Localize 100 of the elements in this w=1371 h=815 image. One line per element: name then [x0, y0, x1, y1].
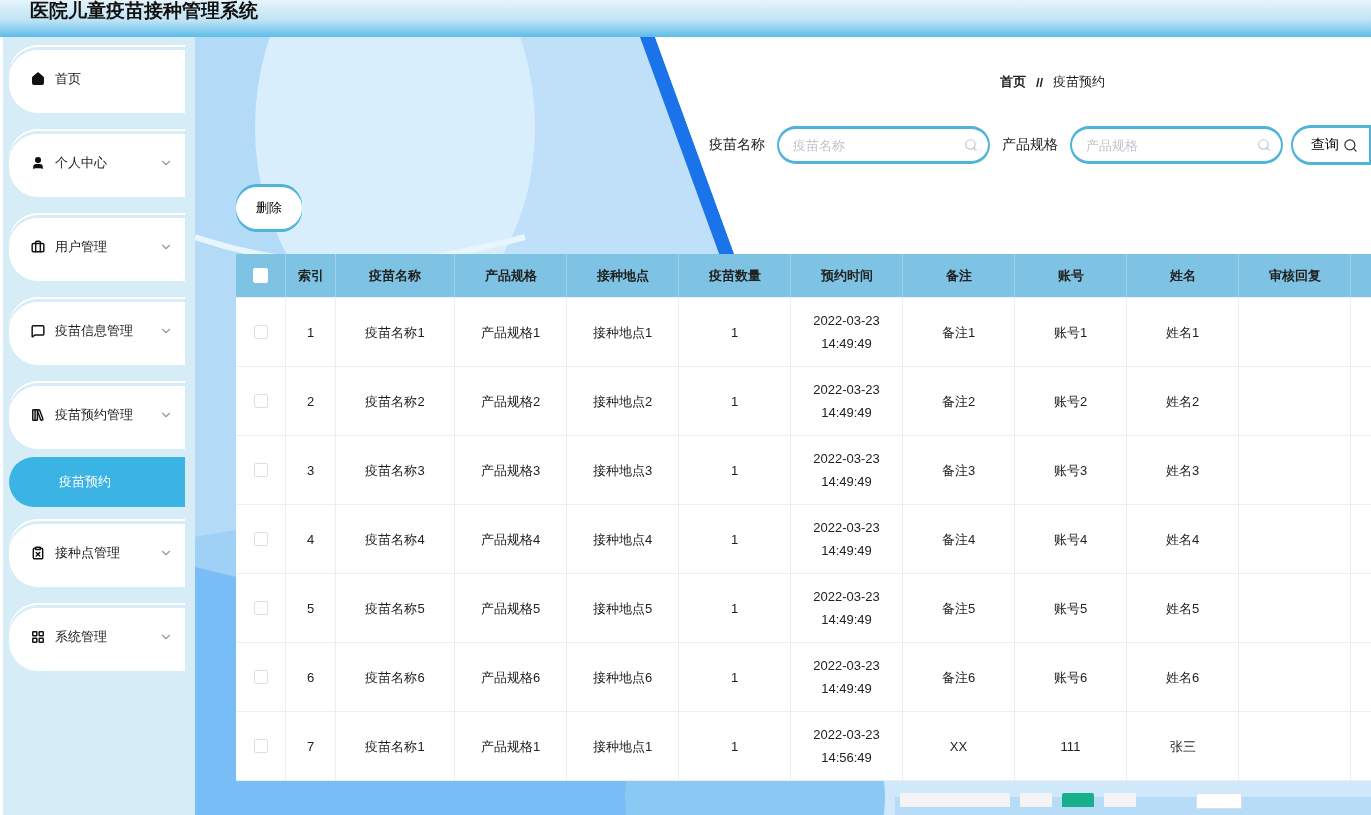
search-icon	[964, 138, 978, 152]
table-cell-text: 产品规格1	[480, 737, 541, 756]
app-title: 医院儿童疫苗接种管理系统	[30, 0, 258, 23]
table-cell-text: 接种地点5	[592, 599, 653, 618]
books-icon	[31, 408, 45, 422]
table-cell-text: 111	[1060, 737, 1081, 756]
column-header: 账号	[1057, 267, 1084, 285]
table-cell-text: 产品规格6	[480, 668, 541, 687]
table-cell-text: 接种地点3	[592, 461, 653, 480]
row-checkbox[interactable]	[253, 601, 268, 615]
table-cell-text: 1	[730, 323, 739, 342]
search-field[interactable]: 疫苗名称	[777, 126, 990, 164]
table-cell-text: 产品规格1	[480, 323, 541, 342]
breadcrumb-separator: //	[1036, 74, 1044, 90]
row-checkbox[interactable]	[253, 670, 268, 684]
column-header: 审核回复	[1268, 267, 1321, 285]
table-cell-text: 备注2	[941, 392, 976, 411]
table-cell-text: 1	[730, 461, 739, 480]
table-cell-text: 接种地点1	[592, 323, 653, 342]
page-input[interactable]	[1196, 793, 1242, 809]
field-label: 疫苗名称	[709, 136, 765, 154]
table-cell-text: 1	[730, 392, 739, 411]
table-cell-text: 姓名3	[1165, 461, 1200, 480]
breadcrumb-item: 疫苗预约	[1053, 73, 1106, 91]
clipboard-icon	[31, 546, 45, 560]
table-cell-text: 备注1	[941, 323, 976, 342]
page-button[interactable]	[1020, 793, 1052, 807]
column-header: 姓名	[1169, 267, 1196, 285]
table-cell-text: 姓名6	[1165, 668, 1200, 687]
page-button[interactable]	[1062, 793, 1094, 807]
table-cell-text: 姓名2	[1165, 392, 1200, 411]
table-cell-text: 2022-03-23 14:49:49	[812, 657, 881, 698]
row-checkbox[interactable]	[253, 532, 268, 546]
row-checkbox[interactable]	[253, 463, 268, 477]
search-icon	[1257, 138, 1271, 152]
search-button[interactable]: 查询	[1291, 125, 1371, 165]
table-cell-text: 疫苗名称3	[365, 461, 425, 480]
table-cell-text: 姓名1	[1165, 323, 1200, 342]
table-cell-text: 产品规格5	[480, 599, 541, 618]
table-cell-text: 2022-03-23 14:56:49	[812, 726, 881, 767]
table-cell-text: 6	[306, 668, 315, 687]
table-cell-text: 接种地点6	[592, 668, 653, 687]
table-cell-text: 5	[306, 599, 315, 618]
table-cell-text: 2	[306, 392, 315, 411]
chat-icon	[31, 324, 45, 338]
row-checkbox[interactable]	[253, 394, 268, 408]
table-cell-text: 产品规格3	[480, 461, 541, 480]
table-cell-text: 疫苗名称4	[365, 530, 425, 549]
select-all-checkbox[interactable]	[253, 268, 268, 283]
table-cell-text: 2022-03-23 14:49:49	[812, 588, 881, 629]
table-cell-text: 1	[730, 737, 739, 756]
table-cell-text: 3	[306, 461, 315, 480]
briefcase-icon	[31, 240, 45, 254]
table-cell-text: 疫苗名称6	[365, 668, 425, 687]
table-cell-text: 账号5	[1053, 599, 1088, 618]
field-label: 产品规格	[1002, 136, 1058, 154]
table-cell-text: 7	[306, 737, 315, 756]
table-cell-text: 1	[306, 323, 315, 342]
table-cell-text: 疫苗名称1	[365, 323, 425, 342]
table-cell-text: 4	[306, 530, 315, 549]
table-cell-text: 备注6	[941, 668, 976, 687]
table-cell-text: 备注5	[941, 599, 976, 618]
table-cell-text: 备注3	[941, 461, 976, 480]
table-cell-text: 1	[730, 668, 739, 687]
table-cell-text: 疫苗名称5	[365, 599, 425, 618]
column-header: 索引	[297, 267, 324, 285]
table-cell-text: 疫苗名称1	[365, 737, 425, 756]
table-cell-text: 1	[730, 530, 739, 549]
table-cell-text: XX	[949, 737, 968, 756]
table-cell-text: 账号2	[1053, 392, 1088, 411]
table-cell-text: 张三	[1169, 737, 1196, 756]
table-cell-text: 账号3	[1053, 461, 1088, 480]
table-cell-text: 备注4	[941, 530, 976, 549]
table-cell-text: 产品规格2	[480, 392, 541, 411]
table-cell-text: 账号4	[1053, 530, 1088, 549]
row-checkbox[interactable]	[253, 325, 268, 339]
user-icon	[31, 156, 45, 170]
grid-icon	[31, 630, 45, 644]
table-cell-text: 接种地点1	[592, 737, 653, 756]
table-cell-text: 姓名4	[1165, 530, 1200, 549]
table-cell-text: 账号1	[1053, 323, 1088, 342]
search-icon	[1343, 137, 1358, 153]
table-cell-text: 2022-03-23 14:49:49	[812, 450, 881, 491]
delete-button[interactable]: 删除	[236, 187, 302, 229]
column-header: 接种地点	[596, 267, 649, 285]
page-button[interactable]	[1104, 793, 1136, 807]
table-cell-text: 2022-03-23 14:49:49	[812, 381, 881, 422]
table-cell-text: 账号6	[1053, 668, 1088, 687]
column-header: 产品规格	[484, 267, 537, 285]
table-cell-text: 接种地点2	[592, 392, 653, 411]
page-size-select[interactable]	[900, 793, 1010, 807]
column-header: 疫苗数量	[708, 267, 761, 285]
table-cell-text: 产品规格4	[480, 530, 541, 549]
column-header: 疫苗名称	[369, 267, 421, 285]
table-cell-text: 2022-03-23 14:49:49	[812, 519, 881, 560]
row-checkbox[interactable]	[253, 739, 268, 753]
breadcrumb-item[interactable]: 首页	[1000, 73, 1026, 91]
table-cell-text: 疫苗名称2	[365, 392, 425, 411]
search-field[interactable]: 产品规格	[1070, 126, 1283, 164]
table-cell-text: 1	[730, 599, 739, 618]
